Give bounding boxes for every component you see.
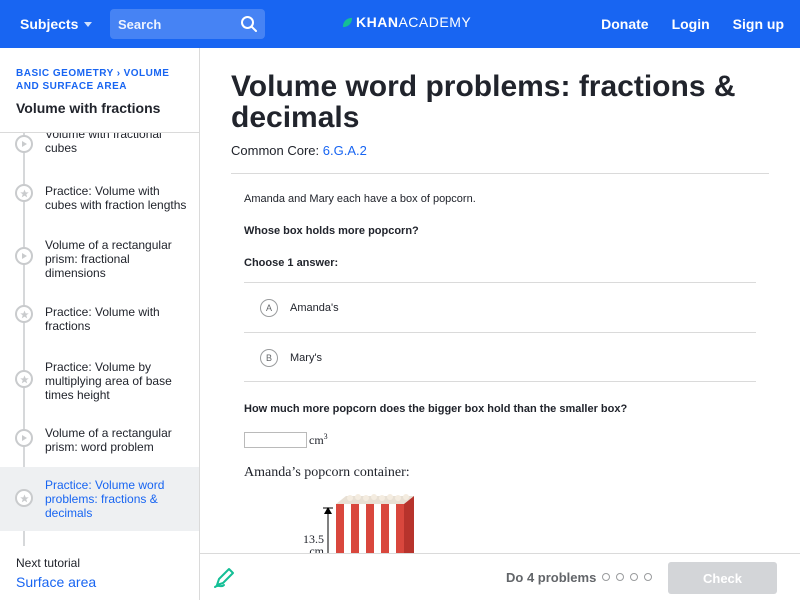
unit-exponent: 3 <box>323 432 328 441</box>
play-icon <box>15 135 33 153</box>
question-2: How much more popcorn does the bigger bo… <box>244 403 628 415</box>
star-icon <box>15 184 33 202</box>
common-core-label: Common Core: <box>231 143 320 158</box>
next-tutorial-link[interactable]: Surface area <box>16 574 96 590</box>
progress-dot <box>616 573 624 581</box>
common-core-link[interactable]: 6.G.A.2 <box>323 143 367 158</box>
choice-text-a: Amanda's <box>290 302 339 314</box>
choice-a[interactable]: A Amanda's <box>244 282 756 332</box>
problem-intro: Amanda and Mary each have a box of popco… <box>244 193 476 205</box>
account-links: Donate Login Sign up <box>578 0 784 48</box>
search-input[interactable] <box>118 16 228 32</box>
choice-letter-a: A <box>260 299 278 317</box>
sidebar-item-label: Volume of a rectangular prism: fractiona… <box>45 238 172 280</box>
next-tutorial-label: Next tutorial <box>16 556 81 570</box>
play-icon <box>15 247 33 265</box>
subjects-menu-button[interactable]: Subjects <box>20 0 93 48</box>
signup-link[interactable]: Sign up <box>733 16 784 32</box>
star-icon <box>15 305 33 323</box>
play-icon <box>15 429 33 447</box>
sidebar-item-video-fractional-dimensions[interactable]: Volume of a rectangular prism: fractiona… <box>0 222 199 288</box>
next-tutorial: Next tutorial Surface area <box>16 556 96 590</box>
search-icon[interactable] <box>240 15 258 33</box>
unit-text: cm <box>309 433 324 447</box>
common-core-standard: Common Core: 6.G.A.2 <box>231 143 367 158</box>
logo-text-academy: ACADEMY <box>398 14 472 30</box>
scratchpad-pencil-icon[interactable] <box>213 567 235 589</box>
subjects-label: Subjects <box>20 16 79 32</box>
sidebar-item-label: Practice: Volume by multiplying area of … <box>45 360 172 402</box>
sidebar-item-video-word-problem[interactable]: Volume of a rectangular prism: word prob… <box>0 409 199 464</box>
exercise-footer: Do 4 problems Check <box>200 553 800 600</box>
sidebar-item-practice-fractions[interactable]: Practice: Volume with fractions <box>0 288 199 343</box>
progress-dot <box>644 573 652 581</box>
sidebar-item-label: Volume of a rectangular prism: word prob… <box>45 426 172 454</box>
sidebar-item-practice-cubes[interactable]: Practice: Volume with cubes with fractio… <box>0 167 199 222</box>
choice-text-b: Mary's <box>290 352 323 364</box>
answer-input[interactable] <box>244 432 307 448</box>
tutorial-sidebar: BASIC GEOMETRY › VOLUME AND SURFACE AREA V… <box>0 48 200 600</box>
chevron-down-icon <box>84 21 93 27</box>
khan-academy-logo[interactable]: KHAN ACADEMY <box>342 14 471 30</box>
donate-link[interactable]: Donate <box>601 16 648 32</box>
sidebar-item-video-fractional-cubes[interactable]: Volume with fractional cubes <box>0 132 199 167</box>
login-link[interactable]: Login <box>672 16 710 32</box>
breadcrumb-basic-geometry[interactable]: BASIC GEOMETRY <box>16 68 114 79</box>
question-1: Whose box holds more popcorn? <box>244 225 419 237</box>
choice-letter-b: B <box>260 349 278 367</box>
exercise-panel: Volume word problems: fractions & decima… <box>200 48 800 553</box>
progress-dot <box>630 573 638 581</box>
progress-dot <box>602 573 610 581</box>
choose-answer-label: Choose 1 answer: <box>244 257 339 269</box>
problem-count: Do 4 problems <box>506 570 597 585</box>
figure-label: Amanda’s popcorn container: <box>244 465 410 480</box>
page-title: Volume word problems: fractions & decima… <box>231 70 736 134</box>
unit-label: cm3 <box>309 432 328 448</box>
sidebar-item-practice-word-problems-active[interactable]: Practice: Volume word problems: fraction… <box>0 467 199 531</box>
star-icon <box>15 489 33 507</box>
choice-b[interactable]: B Mary's <box>244 332 756 382</box>
tutorial-title: Volume with fractions <box>16 100 161 116</box>
tutorial-item-list[interactable]: Volume with fractional cubes Practice: V… <box>0 132 199 546</box>
breadcrumb: BASIC GEOMETRY › VOLUME AND SURFACE AREA <box>16 67 186 93</box>
divider <box>231 173 769 174</box>
progress-dots <box>602 573 652 581</box>
sidebar-item-label: Practice: Volume with cubes with fractio… <box>45 184 187 212</box>
logo-text-khan: KHAN <box>356 14 399 30</box>
top-nav-bar: Subjects KHANACADEMY Donate Login Sign u… <box>0 0 800 48</box>
sidebar-item-label: Practice: Volume with fractions <box>45 305 160 333</box>
sidebar-item-label: Practice: Volume word problems: fraction… <box>45 478 165 520</box>
check-button[interactable]: Check <box>668 562 777 594</box>
star-icon <box>15 370 33 388</box>
dimension-label: 13.5 cm <box>300 533 324 553</box>
dimension-unit: cm <box>309 544 324 553</box>
chevron-right-icon: › <box>116 68 121 79</box>
sidebar-item-label: Volume with fractional cubes <box>45 132 162 155</box>
leaf-icon <box>342 17 353 27</box>
sidebar-item-practice-area-base[interactable]: Practice: Volume by multiplying area of … <box>0 343 199 409</box>
search-box <box>110 9 265 39</box>
